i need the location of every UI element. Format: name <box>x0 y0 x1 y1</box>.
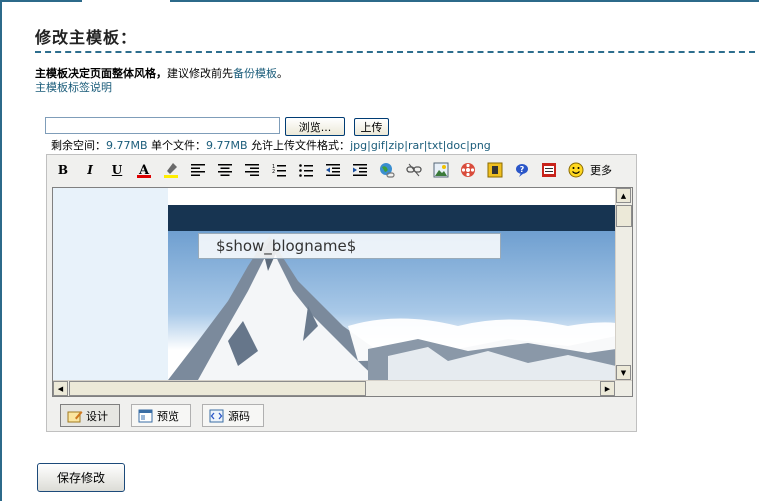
template-tag-help-link[interactable]: 主模板标签说明 <box>35 79 112 95</box>
notice-end: 。 <box>277 67 288 80</box>
svg-text:?: ? <box>520 165 525 174</box>
format-doc: doc <box>446 139 467 152</box>
image-icon <box>433 162 449 178</box>
rich-text-editor: B I U A 12 ? 更多 $show_blogname$ ▲ ▼ ◀ ▶ … <box>46 154 637 432</box>
align-right-button[interactable] <box>242 160 262 180</box>
bold-icon: B <box>57 163 69 177</box>
format-png: png <box>469 139 491 152</box>
format-jpg: jpg <box>350 139 368 152</box>
template-header-bar <box>168 205 616 231</box>
editor-mode-bar: 设计 预览 源码 <box>47 401 636 431</box>
insert-flash-button[interactable] <box>485 160 505 180</box>
single-file-value: 9.77MB <box>206 139 248 152</box>
format-rar: rar <box>407 139 424 152</box>
upload-quota: 剩余空间：9.77MB 单个文件：9.77MB 允许上传文件格式：jpg|gif… <box>51 139 491 152</box>
ordered-list-icon: 12 <box>272 164 286 177</box>
speech-bubble-icon: ? <box>516 164 528 177</box>
format-gif: gif <box>370 139 385 152</box>
outdent-icon <box>326 164 340 176</box>
preview-window-icon <box>138 409 153 422</box>
file-path-input[interactable] <box>45 117 280 134</box>
align-right-icon <box>245 164 259 176</box>
indent-icon <box>353 164 367 176</box>
unlink-button[interactable] <box>404 160 424 180</box>
editor-toolbar: B I U A 12 ? 更多 <box>47 155 636 185</box>
underline-button[interactable]: U <box>107 160 127 180</box>
align-center-button[interactable] <box>215 160 235 180</box>
svg-text:2: 2 <box>272 169 275 175</box>
design-pencil-icon <box>67 410 83 422</box>
scroll-up-button[interactable]: ▲ <box>616 188 631 203</box>
source-mode-button[interactable]: 源码 <box>202 404 264 427</box>
scroll-left-button[interactable]: ◀ <box>53 381 68 396</box>
space-value: 9.77MB <box>106 139 148 152</box>
horizontal-scroll-thumb[interactable] <box>69 381 366 396</box>
arrow-down-icon: ▼ <box>620 368 627 377</box>
preview-mode-button[interactable]: 预览 <box>131 404 191 427</box>
more-tools-button[interactable]: 更多 <box>590 160 612 180</box>
design-mode-button[interactable]: 设计 <box>60 404 120 427</box>
emoticon-bubble-button[interactable]: ? <box>512 160 532 180</box>
arrow-left-icon: ◀ <box>57 384 64 393</box>
frame-left-border <box>0 0 2 501</box>
backup-template-link[interactable]: 备份模板 <box>233 67 277 80</box>
unordered-list-icon <box>299 164 313 177</box>
insert-table-button[interactable] <box>539 160 559 180</box>
unlink-icon <box>406 163 422 177</box>
font-color-icon: A <box>137 163 151 178</box>
template-sidebar-preview <box>53 188 168 380</box>
flash-icon <box>487 162 503 178</box>
underline-icon: U <box>111 163 123 177</box>
notice-text: 建议修改前先 <box>167 67 233 80</box>
align-left-button[interactable] <box>188 160 208 180</box>
horizontal-scrollbar[interactable]: ◀ ▶ <box>53 380 632 396</box>
blogname-placeholder: $show_blogname$ <box>198 233 501 259</box>
align-center-icon <box>218 164 232 176</box>
globe-link-icon <box>380 163 395 178</box>
save-changes-button[interactable]: 保存修改 <box>37 463 125 492</box>
format-txt: txt <box>427 139 443 152</box>
outdent-button[interactable] <box>323 160 343 180</box>
red-document-icon <box>542 163 556 177</box>
arrow-right-icon: ▶ <box>604 384 611 393</box>
preview-mode-label: 预览 <box>157 409 179 423</box>
italic-button[interactable]: I <box>80 160 100 180</box>
scroll-right-button[interactable]: ▶ <box>600 381 615 396</box>
insert-media-button[interactable] <box>458 160 478 180</box>
upload-button[interactable]: 上传 <box>354 118 389 136</box>
media-reel-icon <box>461 163 475 177</box>
font-color-button[interactable]: A <box>134 160 154 180</box>
bold-button[interactable]: B <box>53 160 73 180</box>
smiley-icon <box>568 162 584 178</box>
editor-canvas[interactable]: $show_blogname$ ▲ ▼ ◀ ▶ <box>52 187 633 397</box>
active-tab-gap <box>82 0 170 3</box>
source-code-icon <box>209 409 224 422</box>
insert-image-button[interactable] <box>431 160 451 180</box>
scroll-down-button[interactable]: ▼ <box>616 365 631 380</box>
indent-button[interactable] <box>350 160 370 180</box>
page-title: 修改主模板： <box>35 28 138 47</box>
single-file-label: 单个文件： <box>147 139 207 152</box>
highlight-button[interactable] <box>161 160 181 180</box>
vertical-scroll-thumb[interactable] <box>616 205 632 227</box>
insert-link-button[interactable] <box>377 160 397 180</box>
browse-button[interactable]: 浏览... <box>285 117 345 136</box>
design-mode-label: 设计 <box>86 409 108 423</box>
format-zip: zip <box>388 139 405 152</box>
space-label: 剩余空间： <box>51 139 106 152</box>
arrow-up-icon: ▲ <box>620 191 627 200</box>
highlighter-icon <box>164 163 178 178</box>
align-left-icon <box>191 164 205 176</box>
source-mode-label: 源码 <box>228 409 250 423</box>
vertical-scrollbar[interactable]: ▲ ▼ <box>615 188 632 380</box>
emoticon-button[interactable] <box>566 160 586 180</box>
title-divider <box>35 51 755 53</box>
unordered-list-button[interactable] <box>296 160 316 180</box>
ordered-list-button[interactable]: 12 <box>269 160 289 180</box>
italic-icon: I <box>87 163 93 177</box>
allowed-formats-label: 允许上传文件格式： <box>247 139 351 152</box>
